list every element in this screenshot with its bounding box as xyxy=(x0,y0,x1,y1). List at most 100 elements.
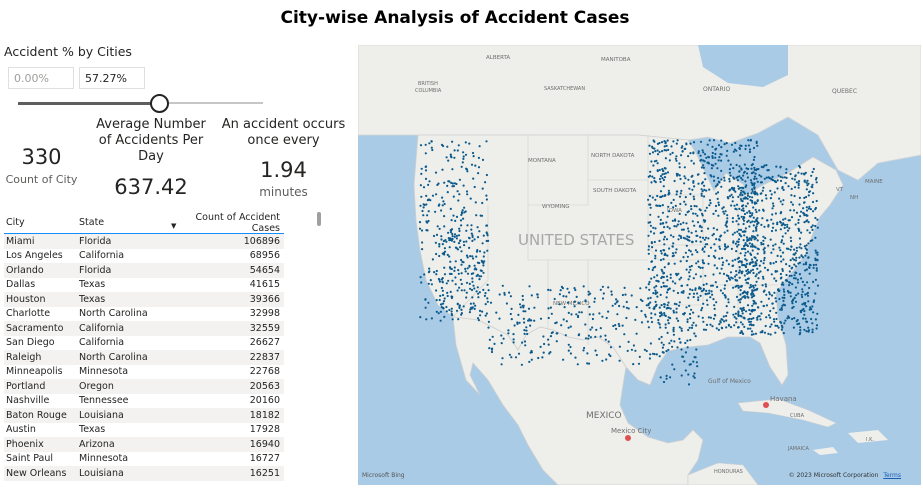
accident-point[interactable] xyxy=(567,349,570,352)
accident-point[interactable] xyxy=(549,289,552,292)
accident-point[interactable] xyxy=(720,318,723,321)
accident-point[interactable] xyxy=(591,317,594,321)
accident-point[interactable] xyxy=(673,368,676,371)
accident-point[interactable] xyxy=(707,316,710,319)
accident-point[interactable] xyxy=(448,308,451,312)
accident-point[interactable] xyxy=(717,159,720,162)
accident-point[interactable] xyxy=(558,303,561,306)
accident-point[interactable] xyxy=(519,306,522,309)
accident-point[interactable] xyxy=(761,284,764,287)
accident-point[interactable] xyxy=(689,152,692,155)
accident-point[interactable] xyxy=(781,281,784,284)
accident-point[interactable] xyxy=(426,214,429,217)
accident-point[interactable] xyxy=(530,294,533,297)
accident-point[interactable] xyxy=(485,173,488,177)
accident-point[interactable] xyxy=(452,214,455,217)
accident-point[interactable] xyxy=(648,194,651,198)
accident-point[interactable] xyxy=(669,376,672,379)
accident-point[interactable] xyxy=(731,217,734,220)
accident-point[interactable] xyxy=(695,205,698,208)
accident-point[interactable] xyxy=(689,192,692,196)
accident-point[interactable] xyxy=(737,214,740,217)
accident-point[interactable] xyxy=(746,176,749,179)
accident-point[interactable] xyxy=(622,305,625,308)
table-row[interactable]: Nashville Tennessee 20160 xyxy=(4,394,284,409)
accident-point[interactable] xyxy=(501,284,504,287)
accident-point[interactable] xyxy=(709,201,712,205)
accident-point[interactable] xyxy=(467,236,471,239)
accident-point[interactable] xyxy=(454,283,457,286)
accident-point[interactable] xyxy=(599,288,602,291)
accident-point[interactable] xyxy=(745,205,748,208)
accident-point[interactable] xyxy=(808,190,812,193)
table-row[interactable]: Miami Florida 106896 xyxy=(4,234,284,249)
accident-point[interactable] xyxy=(752,324,755,327)
accident-point[interactable] xyxy=(648,144,651,147)
accident-point[interactable] xyxy=(630,348,633,351)
accident-point[interactable] xyxy=(663,314,666,317)
accident-point[interactable] xyxy=(735,317,738,320)
accident-point[interactable] xyxy=(805,209,809,212)
accident-point[interactable] xyxy=(445,282,448,285)
accident-point[interactable] xyxy=(671,151,674,154)
accident-point[interactable] xyxy=(675,172,678,175)
accident-point[interactable] xyxy=(654,289,657,292)
accident-point[interactable] xyxy=(701,261,705,264)
accident-point[interactable] xyxy=(553,297,556,301)
accident-point[interactable] xyxy=(683,175,686,178)
accident-point[interactable] xyxy=(733,204,736,207)
accident-point[interactable] xyxy=(751,212,754,215)
accident-point[interactable] xyxy=(472,155,475,158)
accident-point[interactable] xyxy=(696,292,699,295)
accident-point[interactable] xyxy=(807,256,810,259)
accident-point[interactable] xyxy=(815,327,818,330)
accident-point[interactable] xyxy=(666,319,670,322)
accident-point[interactable] xyxy=(425,220,428,223)
accident-point[interactable] xyxy=(441,280,444,283)
accident-point[interactable] xyxy=(774,270,777,273)
accident-point[interactable] xyxy=(738,269,741,272)
accident-point[interactable] xyxy=(684,369,687,372)
accident-point[interactable] xyxy=(654,198,657,201)
accident-point[interactable] xyxy=(479,214,482,217)
accident-point[interactable] xyxy=(708,139,711,142)
accident-point[interactable] xyxy=(466,170,469,173)
accident-point[interactable] xyxy=(798,256,801,259)
accident-point[interactable] xyxy=(666,139,669,142)
accident-point[interactable] xyxy=(471,151,475,155)
accident-point[interactable] xyxy=(793,186,797,189)
accident-point[interactable] xyxy=(729,326,733,329)
accident-point[interactable] xyxy=(714,152,717,156)
accident-point[interactable] xyxy=(485,198,488,201)
accident-point[interactable] xyxy=(816,251,819,254)
accident-point[interactable] xyxy=(418,221,422,224)
accident-point[interactable] xyxy=(562,318,565,321)
accident-point[interactable] xyxy=(455,247,458,250)
accident-point[interactable] xyxy=(632,363,635,366)
accident-point[interactable] xyxy=(647,252,650,255)
accident-point[interactable] xyxy=(788,264,791,268)
accident-point[interactable] xyxy=(663,235,666,238)
accident-point[interactable] xyxy=(723,143,726,146)
accident-point[interactable] xyxy=(462,151,465,154)
accident-point[interactable] xyxy=(721,327,724,330)
accident-point[interactable] xyxy=(454,260,457,263)
accident-point[interactable] xyxy=(785,263,788,266)
accident-point[interactable] xyxy=(750,167,753,170)
accident-point[interactable] xyxy=(794,265,798,268)
accident-point[interactable] xyxy=(793,258,796,261)
accident-point[interactable] xyxy=(661,150,664,153)
accident-point[interactable] xyxy=(711,145,714,148)
accident-point[interactable] xyxy=(779,228,782,231)
accident-point[interactable] xyxy=(690,264,693,268)
accident-point[interactable] xyxy=(760,165,763,168)
accident-point[interactable] xyxy=(763,164,766,167)
accident-point[interactable] xyxy=(723,176,726,179)
accident-point[interactable] xyxy=(659,293,662,296)
accident-point[interactable] xyxy=(718,156,721,159)
accident-point[interactable] xyxy=(753,187,756,190)
accident-point[interactable] xyxy=(573,300,576,303)
accident-point[interactable] xyxy=(654,292,657,295)
accident-point[interactable] xyxy=(703,184,706,187)
accident-point[interactable] xyxy=(510,307,513,310)
